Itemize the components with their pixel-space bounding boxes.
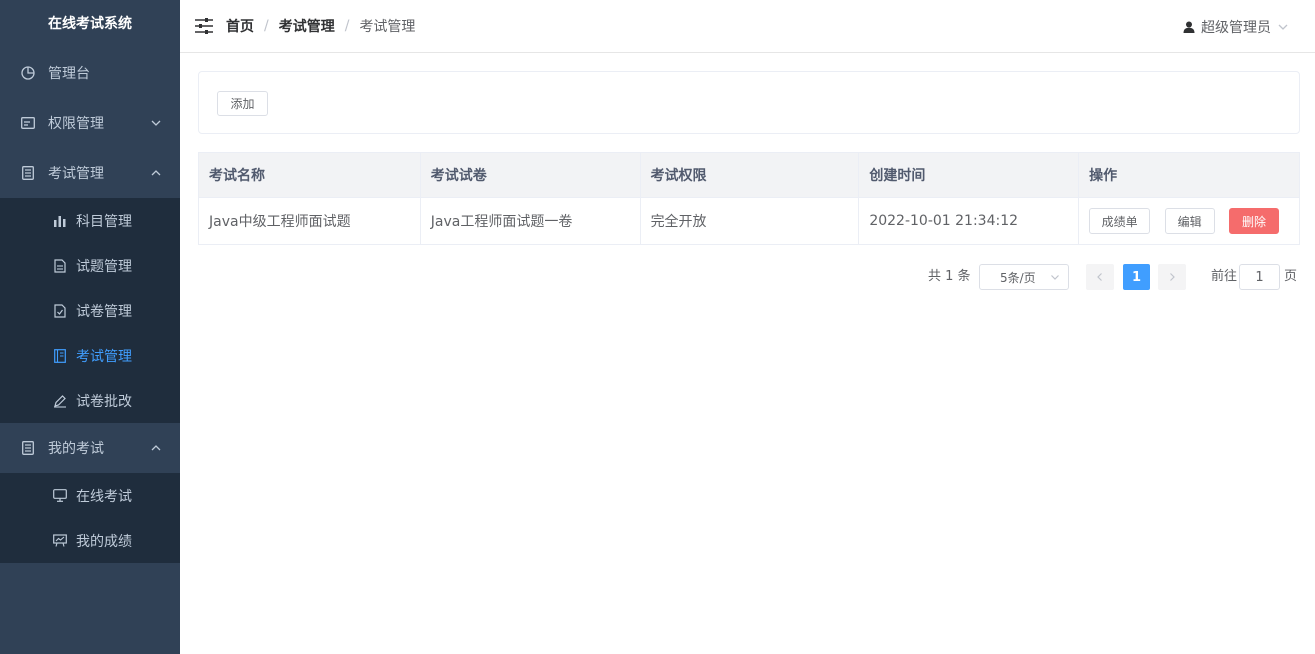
- chevron-up-icon: [150, 442, 162, 454]
- sidebar-item-label: 科目管理: [76, 213, 132, 230]
- chevron-down-icon: [1050, 272, 1060, 282]
- cell-actions: 成绩单 编辑 删除: [1078, 197, 1300, 245]
- card-icon: [20, 115, 36, 131]
- user-name: 超级管理员: [1201, 19, 1271, 36]
- page-number-button[interactable]: 1: [1123, 264, 1150, 290]
- cell-exam-name: Java中级工程师面试题: [198, 197, 421, 245]
- breadcrumb: 首页 / 考试管理 / 考试管理: [226, 16, 415, 36]
- exam-table: 考试名称 考试试卷 考试权限 创建时间 操作 Java中级工程师面试题 Java…: [198, 152, 1300, 245]
- cell-permission: 完全开放: [640, 197, 860, 245]
- chevron-right-icon: [1170, 273, 1175, 281]
- breadcrumb-current: 考试管理: [359, 19, 416, 35]
- dashboard-icon: [20, 65, 36, 81]
- hamburger-toggle-icon[interactable]: [194, 16, 214, 36]
- top-navbar: 首页 / 考试管理 / 考试管理 超级管理员: [180, 0, 1315, 53]
- sidebar-item-permissions[interactable]: 权限管理: [0, 98, 180, 148]
- sidebar-item-dashboard[interactable]: 管理台: [0, 48, 180, 98]
- user-menu[interactable]: 超级管理员: [1183, 0, 1289, 53]
- user-icon: [1183, 21, 1195, 33]
- board-icon: [52, 533, 68, 549]
- sidebar-item-label: 在线考试: [76, 488, 132, 505]
- column-header-name: 考试名称: [198, 152, 421, 198]
- page-size-select[interactable]: 5条/页: [979, 264, 1069, 290]
- sidebar-item-label: 考试管理: [76, 348, 132, 365]
- cell-paper: Java工程师面试题一卷: [420, 197, 641, 245]
- sidebar-item-exams[interactable]: 考试管理: [0, 333, 180, 378]
- app-title: 在线考试系统: [48, 16, 132, 32]
- sidebar-item-papers[interactable]: 试卷管理: [0, 288, 180, 333]
- sidebar-item-label: 我的成绩: [76, 533, 132, 550]
- document-icon: [20, 440, 36, 456]
- sidebar-item-grading[interactable]: 试卷批改: [0, 378, 180, 423]
- add-button[interactable]: 添加: [217, 91, 268, 116]
- monitor-icon: [52, 488, 68, 504]
- sidebar-item-label: 试卷批改: [76, 393, 132, 410]
- breadcrumb-exam-management[interactable]: 考试管理: [279, 16, 335, 36]
- goto-page-input[interactable]: [1239, 264, 1280, 290]
- prev-page-button[interactable]: [1086, 264, 1114, 290]
- breadcrumb-separator: /: [264, 18, 269, 34]
- goto-label: 前往: [1211, 269, 1238, 284]
- table-row: Java中级工程师面试题 Java工程师面试题一卷 完全开放 2022-10-0…: [198, 197, 1300, 245]
- notebook-icon: [52, 348, 68, 364]
- sidebar-item-label: 考试管理: [48, 166, 104, 182]
- toolbar-card: 添加: [198, 71, 1300, 134]
- next-page-button[interactable]: [1158, 264, 1186, 290]
- pagination: 共 1 条 5条/页 1 前往 页: [0, 264, 1315, 290]
- page-size-value: 5条/页: [1000, 270, 1036, 285]
- breadcrumb-separator: /: [344, 18, 350, 34]
- chevron-left-icon: [1097, 273, 1102, 281]
- sidebar-item-online-exam[interactable]: 在线考试: [0, 473, 180, 518]
- bar-chart-icon: [52, 213, 68, 229]
- page-suffix-label: 页: [1284, 269, 1298, 284]
- sidebar-item-subjects[interactable]: 科目管理: [0, 198, 180, 243]
- pencil-icon: [52, 393, 68, 409]
- delete-button[interactable]: 删除: [1229, 208, 1280, 234]
- column-header-created: 创建时间: [858, 152, 1080, 198]
- chevron-down-icon: [150, 117, 162, 129]
- sidebar-item-exam-management[interactable]: 考试管理: [0, 148, 180, 198]
- column-header-permission: 考试权限: [640, 152, 860, 198]
- column-header-actions: 操作: [1078, 152, 1300, 198]
- sidebar-item-label: 权限管理: [48, 116, 104, 132]
- sidebar-item-label: 管理台: [48, 66, 90, 82]
- sidebar-item-label: 试卷管理: [76, 303, 132, 320]
- chevron-down-icon: [1277, 21, 1289, 33]
- file-check-icon: [52, 303, 68, 319]
- score-sheet-button[interactable]: 成绩单: [1089, 208, 1151, 234]
- sidebar-item-my-exams[interactable]: 我的考试: [0, 423, 180, 473]
- submenu-exam-management: 科目管理 试题管理 试卷管理 考试管理 试卷批改: [0, 198, 180, 423]
- submenu-my-exams: 在线考试 我的成绩: [0, 473, 180, 563]
- document-icon: [20, 165, 36, 181]
- cell-created: 2022-10-01 21:34:12: [858, 197, 1080, 245]
- pagination-total: 共 1 条: [928, 269, 971, 284]
- chevron-up-icon: [150, 167, 162, 179]
- edit-button[interactable]: 编辑: [1164, 208, 1215, 234]
- column-header-paper: 考试试卷: [420, 152, 641, 198]
- sidebar-item-label: 我的考试: [48, 441, 104, 457]
- app-root: 在线考试系统 管理台 权限管理 考试管理 科目管理 试题管理 试卷管理 考试管理…: [0, 0, 1315, 654]
- sidebar-item-my-scores[interactable]: 我的成绩: [0, 518, 180, 563]
- sidebar: 在线考试系统 管理台 权限管理 考试管理 科目管理 试题管理 试卷管理 考试管理…: [0, 0, 180, 654]
- table-header-row: 考试名称 考试试卷 考试权限 创建时间 操作: [198, 152, 1300, 198]
- breadcrumb-home[interactable]: 首页: [226, 16, 254, 36]
